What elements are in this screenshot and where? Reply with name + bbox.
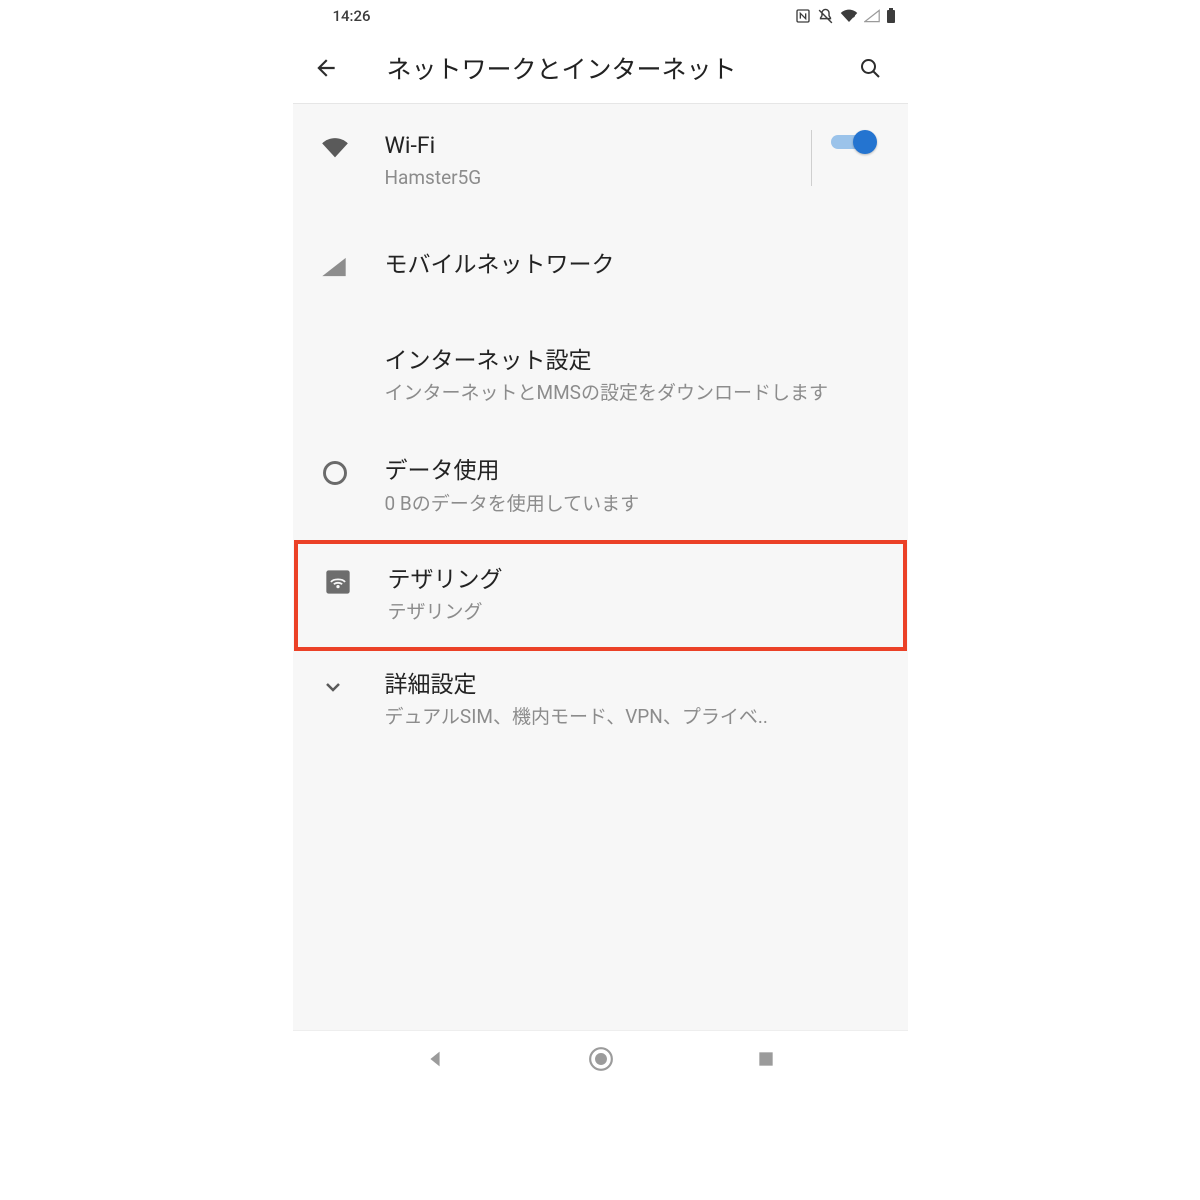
tethering-item[interactable]: テザリング テザリング xyxy=(294,540,907,651)
datausage-subtitle: 0 Bのデータを使用しています xyxy=(385,490,884,519)
wifi-icon xyxy=(321,137,349,163)
wifi-item[interactable]: Wi-Fi Hamster5G xyxy=(293,104,908,219)
advanced-title: 詳細設定 xyxy=(385,669,884,701)
internet-settings-item[interactable]: インターネット設定 インターネットとMMSの設定をダウンロードします xyxy=(293,319,908,434)
chevron-down-icon xyxy=(321,675,345,703)
nav-back-button[interactable] xyxy=(424,1048,446,1074)
wifi-title: Wi-Fi xyxy=(385,130,803,162)
wifi-subtitle: Hamster5G xyxy=(385,164,803,193)
wifi-status-icon xyxy=(840,9,858,23)
phone-frame: 14:26 ネットワークとインターネット xyxy=(293,0,908,1090)
datausage-title: データ使用 xyxy=(385,455,884,487)
battery-icon xyxy=(886,8,896,24)
internet-title: インターネット設定 xyxy=(385,345,884,377)
nfc-icon xyxy=(795,8,811,24)
wifi-toggle[interactable] xyxy=(831,130,873,154)
navigation-bar xyxy=(293,1030,908,1090)
search-button[interactable] xyxy=(852,56,888,80)
mobile-title: モバイルネットワーク xyxy=(385,249,615,281)
hotspot-icon xyxy=(324,568,352,600)
internet-subtitle: インターネットとMMSの設定をダウンロードします xyxy=(385,379,884,408)
signal-icon xyxy=(321,256,347,282)
tethering-title: テザリング xyxy=(388,564,881,596)
mobile-network-item[interactable]: モバイルネットワーク xyxy=(293,219,908,319)
tethering-subtitle: テザリング xyxy=(388,598,881,627)
nav-home-button[interactable] xyxy=(588,1046,614,1076)
signal-empty-icon xyxy=(864,9,880,23)
back-button[interactable] xyxy=(313,55,357,81)
status-time: 14:26 xyxy=(333,7,371,25)
app-bar: ネットワークとインターネット xyxy=(293,32,908,104)
advanced-subtitle: デュアルSIM、機内モード、VPN、プライベ.. xyxy=(385,703,884,732)
status-bar: 14:26 xyxy=(293,0,908,32)
data-usage-item[interactable]: データ使用 0 Bのデータを使用しています xyxy=(293,433,908,540)
mute-icon xyxy=(817,8,834,25)
settings-list: Wi-Fi Hamster5G モバイルネットワーク xyxy=(293,104,908,1030)
data-usage-icon xyxy=(321,459,349,491)
nav-recent-button[interactable] xyxy=(756,1049,776,1073)
advanced-item[interactable]: 詳細設定 デュアルSIM、機内モード、VPN、プライベ.. xyxy=(293,651,908,750)
page-title: ネットワークとインターネット xyxy=(387,50,852,86)
